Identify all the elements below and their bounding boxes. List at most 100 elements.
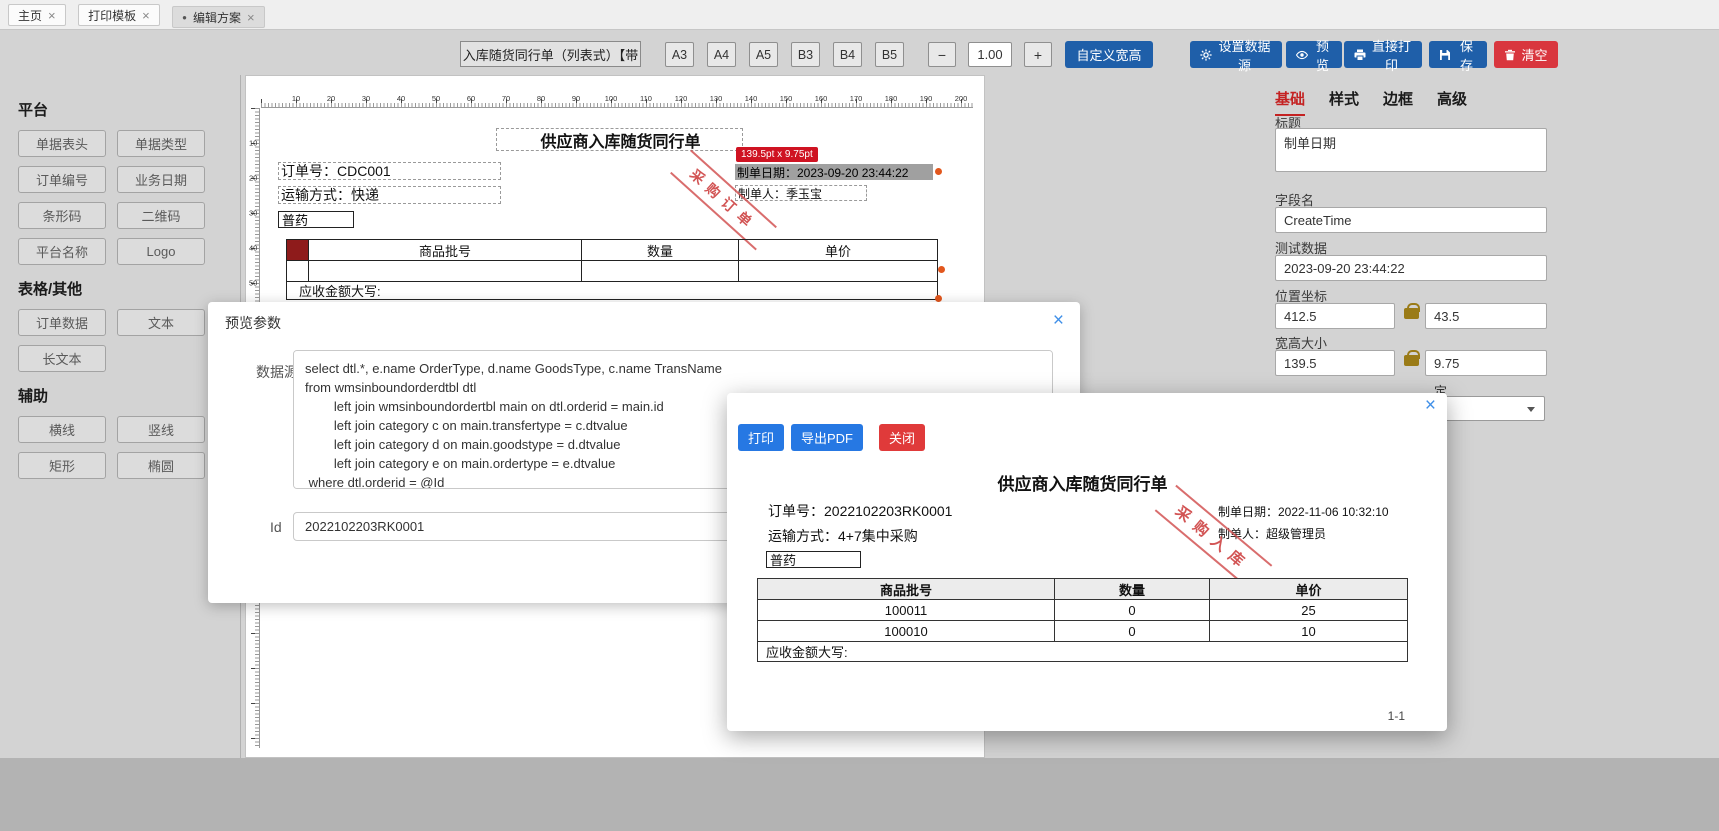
clear-button[interactable]: 清空 xyxy=(1494,41,1558,68)
preview-header-cell: 商品批号 xyxy=(758,579,1055,599)
preview-table: 商品批号 数量 单价 100011 0 25 100010 0 10 应收金额大… xyxy=(757,578,1408,662)
paper-size-button[interactable]: B5 xyxy=(875,42,904,67)
palette-item-button[interactable]: 平台名称 xyxy=(18,238,106,265)
ruler-number: 130 xyxy=(709,94,723,103)
tab-border[interactable]: 边框 xyxy=(1383,88,1413,116)
print-button[interactable]: 打印 xyxy=(738,424,785,451)
palette-item-button[interactable]: 订单数据 xyxy=(18,309,106,336)
preview-transport: 运输方式：4+7集中采购 xyxy=(768,528,918,544)
preview-cell: 25 xyxy=(1301,602,1316,618)
print-template-designer: 主页 × 打印模板 × ● 编辑方案 × 入库随货同行单（列表式）【带 A3 A4… xyxy=(0,0,1719,831)
resize-handle[interactable] xyxy=(935,295,942,302)
position-y-input[interactable] xyxy=(1425,303,1547,329)
lock-icon[interactable] xyxy=(1404,350,1420,366)
template-name-field[interactable]: 入库随货同行单（列表式）【带 xyxy=(460,41,641,67)
palette-item-button[interactable]: 竖线 xyxy=(117,416,205,443)
palette-item-button[interactable]: 条形码 xyxy=(18,202,106,229)
ruler-number: 40 xyxy=(249,243,258,253)
tab-edit-scheme[interactable]: ● 编辑方案 × xyxy=(172,6,265,28)
paper-size-button[interactable]: A5 xyxy=(749,42,778,67)
tab-basic[interactable]: 基础 xyxy=(1275,88,1306,116)
zoom-in-button[interactable]: + xyxy=(1024,42,1052,67)
tab-print-template[interactable]: 打印模板 × xyxy=(78,4,160,26)
table-cell xyxy=(287,261,309,281)
palette-item-button[interactable]: 矩形 xyxy=(18,452,106,479)
table-body-row xyxy=(287,261,937,282)
preview-header-cell: 数量 xyxy=(1055,579,1210,599)
tab-bar: 主页 × 打印模板 × ● 编辑方案 × xyxy=(0,0,1719,30)
horizontal-ruler: 10 20 30 40 50 60 70 80 90 100 110 120 130 140 150 160 1… xyxy=(261,94,973,108)
preview-table-footer-row: 应收金额大写: xyxy=(758,642,1407,661)
ruler-number: 70 xyxy=(501,94,511,103)
doc-title-element[interactable]: 供应商入库随货同行单 xyxy=(496,128,743,151)
title-input[interactable]: 制单日期 xyxy=(1275,128,1547,172)
button-label: 清空 xyxy=(1521,48,1548,63)
preview-button[interactable]: 预览 xyxy=(1286,39,1342,73)
field-name-input[interactable] xyxy=(1275,207,1547,233)
resize-handle[interactable] xyxy=(935,168,942,175)
transport-element[interactable]: 运输方式：快递 xyxy=(278,186,501,204)
tab-label: 主页 xyxy=(18,8,43,23)
preview-cell: 100010 xyxy=(758,621,1055,641)
close-button[interactable]: 关闭 xyxy=(879,424,926,451)
palette-group-auxiliary: 横线 竖线 矩形 椭圆 xyxy=(18,416,240,479)
table-footer-row: 应收金额大写: xyxy=(287,282,937,299)
ruler-number: 160 xyxy=(814,94,828,103)
tab-advanced[interactable]: 高级 xyxy=(1437,88,1467,116)
palette-item-button[interactable]: Logo xyxy=(117,238,205,265)
preview-header-cell: 单价 xyxy=(1295,582,1322,598)
close-icon[interactable]: × xyxy=(48,9,56,22)
paper-size-button[interactable]: A4 xyxy=(707,42,736,67)
ruler-number: 80 xyxy=(536,94,546,103)
close-icon[interactable]: × xyxy=(247,11,255,24)
close-icon[interactable]: × xyxy=(1425,396,1436,415)
resize-handle[interactable] xyxy=(938,266,945,273)
tab-home[interactable]: 主页 × xyxy=(8,4,66,26)
palette-item-button[interactable]: 长文本 xyxy=(18,345,106,372)
zoom-out-button[interactable]: − xyxy=(928,42,956,67)
close-icon[interactable]: × xyxy=(142,9,150,22)
close-icon[interactable]: × xyxy=(1053,311,1064,330)
set-datasource-button[interactable]: 设置数据源 xyxy=(1190,39,1282,73)
palette-item-button[interactable]: 业务日期 xyxy=(117,166,205,193)
palette-item-button[interactable]: 文本 xyxy=(117,309,205,336)
ruler-number: 50 xyxy=(249,278,258,288)
palette-item-button[interactable]: 单据表头 xyxy=(18,130,106,157)
preview-cell: 0 xyxy=(1055,621,1210,641)
width-input[interactable] xyxy=(1275,350,1395,376)
position-x-input[interactable] xyxy=(1275,303,1395,329)
test-data-input[interactable] xyxy=(1275,255,1547,281)
palette-item-button[interactable]: 横线 xyxy=(18,416,106,443)
height-input[interactable] xyxy=(1425,350,1547,376)
creator-element[interactable]: 制单人：季玉宝 xyxy=(735,185,867,201)
order-data-table-element[interactable]: 商品批号 数量 单价 应收金额大写: xyxy=(286,239,938,300)
datasource-label: 数据源 xyxy=(256,364,298,380)
component-palette: 平台 单据表头 单据类型 订单编号 业务日期 条形码 二维码 平台名称 Logo 表格/其他 … xyxy=(0,75,241,758)
palette-item-button[interactable]: 二维码 xyxy=(117,202,205,229)
drug-type-element[interactable]: 普药 xyxy=(278,211,354,228)
tab-style[interactable]: 样式 xyxy=(1329,88,1359,116)
selected-column-marker[interactable] xyxy=(287,240,309,260)
ruler-number: 20 xyxy=(326,94,336,103)
save-icon xyxy=(1439,49,1451,61)
zoom-value[interactable]: 1.00 xyxy=(968,42,1012,67)
page-indicator: 1-1 xyxy=(1387,709,1405,723)
paper-size-button[interactable]: B4 xyxy=(833,42,862,67)
button-label: 预览 xyxy=(1315,38,1329,73)
palette-item-button[interactable]: 椭圆 xyxy=(117,452,205,479)
save-button[interactable]: 保存 xyxy=(1429,39,1487,73)
export-pdf-button[interactable]: 导出PDF xyxy=(791,424,864,451)
direct-print-button[interactable]: 直接打印 xyxy=(1344,39,1422,73)
order-no-element[interactable]: 订单号：CDC001 xyxy=(278,162,501,180)
custom-size-button[interactable]: 自定义宽高 xyxy=(1065,41,1153,68)
ruler-number: 140 xyxy=(744,94,758,103)
selected-create-date-element[interactable]: 制单日期：2023-09-20 23:44:22 xyxy=(735,164,933,180)
paper-size-button[interactable]: A3 xyxy=(665,42,694,67)
paper-size-button[interactable]: B3 xyxy=(791,42,820,67)
designer-toolbar: 入库随货同行单（列表式）【带 A3 A4 A5 B3 B4 B5 − 1.00 + 自定义… xyxy=(0,30,1719,75)
lock-icon[interactable] xyxy=(1404,303,1420,319)
palette-item-button[interactable]: 单据类型 xyxy=(117,130,205,157)
ruler-number: 110 xyxy=(640,94,652,103)
palette-item-button[interactable]: 订单编号 xyxy=(18,166,106,193)
ruler-number: 50 xyxy=(431,94,441,103)
